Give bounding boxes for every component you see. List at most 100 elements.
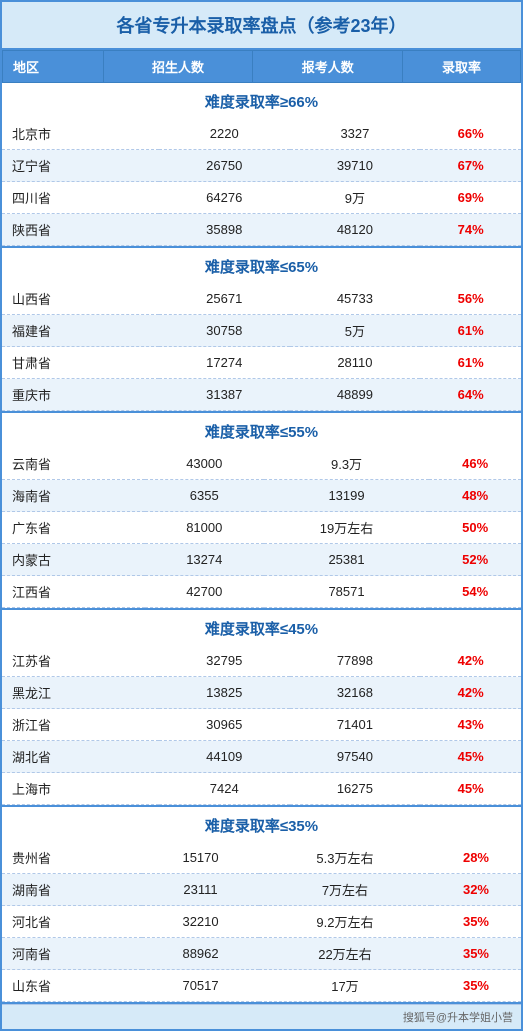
table-row: 云南省430009.3万46% [2,448,521,480]
cell-region: 四川省 [2,182,159,214]
cell-rate: 61% [420,315,521,347]
cell-applicants: 3327 [290,118,421,150]
table-row: 河南省8896222万左右35% [2,938,521,970]
section-header-2: 难度录取率≤55% [2,413,521,448]
cell-region: 重庆市 [2,379,159,411]
cell-enrolled: 17274 [159,347,290,379]
cell-enrolled: 6355 [145,480,264,512]
cell-applicants: 48120 [290,214,421,246]
section-table-1: 山西省256714573356%福建省307585万61%甘肃省17274281… [2,283,521,411]
cell-enrolled: 88962 [142,938,259,970]
section-0: 难度录取率≥66%北京市2220332766%辽宁省267503971067%四… [2,83,521,248]
cell-enrolled: 42700 [145,576,264,608]
cell-applicants: 9万 [290,182,421,214]
cell-region: 湖南省 [2,874,142,906]
table-row: 浙江省309657140143% [2,709,521,741]
cell-region: 河南省 [2,938,142,970]
section-header-3: 难度录取率≤45% [2,610,521,645]
cell-rate: 35% [431,970,521,1002]
cell-region: 江苏省 [2,645,159,677]
cell-applicants: 5万 [290,315,421,347]
cell-region: 山西省 [2,283,159,315]
cell-region: 北京市 [2,118,159,150]
cell-region: 湖北省 [2,741,159,773]
table-row: 辽宁省267503971067% [2,150,521,182]
table-row: 河北省322109.2万左右35% [2,906,521,938]
table-row: 上海市74241627545% [2,773,521,805]
section-header-4: 难度录取率≤35% [2,807,521,842]
section-4: 难度录取率≤35%贵州省151705.3万左右28%湖南省231117万左右32… [2,807,521,1004]
cell-applicants: 28110 [290,347,421,379]
cell-enrolled: 43000 [145,448,264,480]
cell-rate: 28% [431,842,521,874]
table-row: 四川省642769万69% [2,182,521,214]
table-row: 内蒙古132742538152% [2,544,521,576]
col-rate: 录取率 [403,51,521,83]
cell-applicants: 9.2万左右 [259,906,431,938]
table-row: 湖南省231117万左右32% [2,874,521,906]
sections-container: 难度录取率≥66%北京市2220332766%辽宁省267503971067%四… [2,83,521,1004]
cell-rate: 32% [431,874,521,906]
cell-rate: 69% [420,182,521,214]
cell-region: 广东省 [2,512,145,544]
cell-applicants: 7万左右 [259,874,431,906]
column-header-row: 地区 招生人数 报考人数 录取率 [3,51,521,83]
cell-rate: 64% [420,379,521,411]
cell-enrolled: 2220 [159,118,290,150]
cell-rate: 45% [420,741,521,773]
cell-enrolled: 81000 [145,512,264,544]
cell-region: 贵州省 [2,842,142,874]
cell-enrolled: 13274 [145,544,264,576]
cell-enrolled: 7424 [159,773,290,805]
col-region: 地区 [3,51,104,83]
cell-enrolled: 44109 [159,741,290,773]
table-row: 甘肃省172742811061% [2,347,521,379]
cell-applicants: 71401 [290,709,421,741]
section-2: 难度录取率≤55%云南省430009.3万46%海南省63551319948%广… [2,413,521,610]
table-row: 陕西省358984812074% [2,214,521,246]
cell-applicants: 16275 [290,773,421,805]
cell-enrolled: 13825 [159,677,290,709]
section-1: 难度录取率≤65%山西省256714573356%福建省307585万61%甘肃… [2,248,521,413]
cell-applicants: 9.3万 [264,448,430,480]
cell-rate: 43% [420,709,521,741]
cell-rate: 45% [420,773,521,805]
cell-rate: 67% [420,150,521,182]
table-row: 北京市2220332766% [2,118,521,150]
cell-enrolled: 30965 [159,709,290,741]
cell-applicants: 78571 [264,576,430,608]
cell-enrolled: 25671 [159,283,290,315]
section-table-4: 贵州省151705.3万左右28%湖南省231117万左右32%河北省32210… [2,842,521,1002]
cell-enrolled: 30758 [159,315,290,347]
cell-region: 黑龙江 [2,677,159,709]
cell-applicants: 45733 [290,283,421,315]
cell-applicants: 32168 [290,677,421,709]
cell-enrolled: 26750 [159,150,290,182]
table-row: 江苏省327957789842% [2,645,521,677]
cell-enrolled: 35898 [159,214,290,246]
cell-region: 江西省 [2,576,145,608]
cell-applicants: 22万左右 [259,938,431,970]
cell-rate: 56% [420,283,521,315]
cell-region: 上海市 [2,773,159,805]
cell-enrolled: 32210 [142,906,259,938]
table-wrapper: 地区 招生人数 报考人数 录取率 难度录取率≥66%北京市2220332766%… [2,50,521,1004]
cell-applicants: 77898 [290,645,421,677]
main-container: 各省专升本录取率盘点（参考23年） 地区 招生人数 报考人数 录取率 难度录取率… [0,0,523,1031]
section-table-0: 北京市2220332766%辽宁省267503971067%四川省642769万… [2,118,521,246]
cell-enrolled: 15170 [142,842,259,874]
cell-applicants: 5.3万左右 [259,842,431,874]
cell-region: 辽宁省 [2,150,159,182]
cell-rate: 52% [429,544,521,576]
cell-rate: 50% [429,512,521,544]
main-title: 各省专升本录取率盘点（参考23年） [2,2,521,50]
cell-rate: 54% [429,576,521,608]
table-row: 江西省427007857154% [2,576,521,608]
cell-enrolled: 70517 [142,970,259,1002]
cell-enrolled: 64276 [159,182,290,214]
cell-enrolled: 31387 [159,379,290,411]
cell-region: 海南省 [2,480,145,512]
cell-region: 浙江省 [2,709,159,741]
cell-region: 云南省 [2,448,145,480]
cell-rate: 74% [420,214,521,246]
